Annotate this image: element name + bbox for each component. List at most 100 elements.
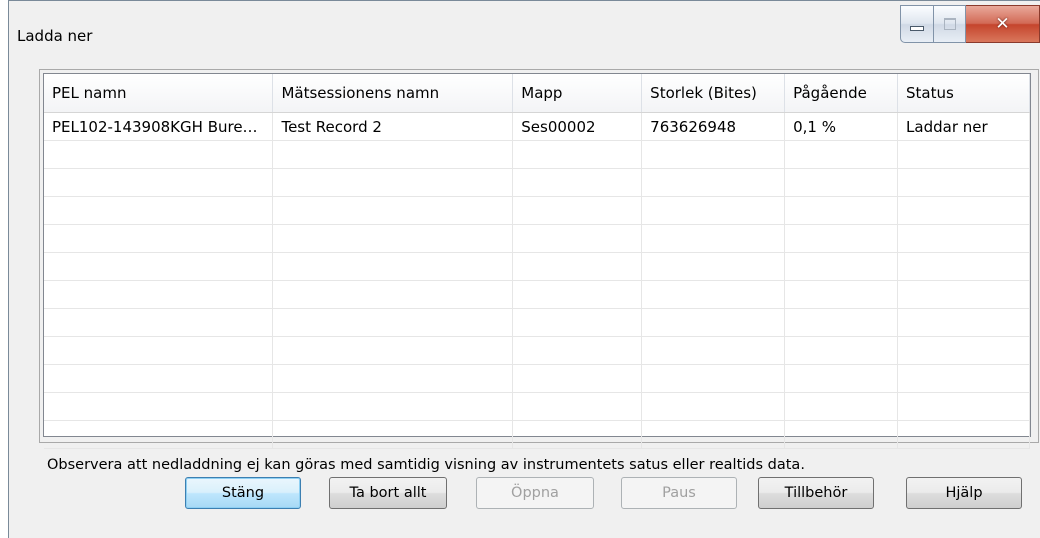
cell-session-name: [272, 252, 514, 281]
cell-progress: [784, 168, 899, 197]
column-header-folder[interactable]: Mapp: [512, 74, 643, 113]
cell-folder: [512, 196, 643, 225]
pause-button[interactable]: Paus: [621, 477, 737, 509]
cell-size: [641, 252, 786, 281]
download-list-group: PEL namn Mätsessionens namn Mapp Storlek…: [39, 69, 1039, 449]
cell-size: [641, 140, 786, 169]
cell-status: [897, 280, 1030, 309]
cell-folder: [512, 420, 643, 449]
help-button[interactable]: Hjälp: [906, 477, 1022, 509]
cell-status: [897, 336, 1030, 365]
cell-pel-name: [44, 308, 274, 337]
cell-pel-name: [44, 252, 274, 281]
title-bar[interactable]: Ladda ner ✕: [9, 1, 1040, 63]
cell-pel-name: [44, 168, 274, 197]
cell-status: [897, 196, 1030, 225]
close-window-button[interactable]: ✕: [966, 5, 1040, 43]
cell-pel-name: [44, 364, 274, 393]
cell-size: [641, 364, 786, 393]
cell-size: [641, 224, 786, 253]
cell-status: [897, 420, 1030, 449]
cell-size: [641, 196, 786, 225]
cell-size: [641, 308, 786, 337]
open-button[interactable]: Öppna: [476, 477, 594, 509]
cell-session-name: [272, 168, 514, 197]
cell-status: [897, 224, 1030, 253]
table-row[interactable]: [44, 140, 1030, 169]
close-button[interactable]: Stäng: [185, 477, 301, 509]
cell-status: [897, 392, 1030, 421]
table-row[interactable]: [44, 196, 1030, 225]
cell-pel-name: [44, 280, 274, 309]
minimize-icon: [910, 25, 924, 31]
cell-session-name: [272, 308, 514, 337]
cell-progress: [784, 336, 899, 365]
cell-progress: [784, 196, 899, 225]
remove-all-button[interactable]: Ta bort allt: [329, 477, 447, 509]
cell-pel-name: [44, 196, 274, 225]
cell-status: Laddar ner: [897, 112, 1030, 141]
table-row[interactable]: [44, 420, 1030, 449]
column-header-status[interactable]: Status: [897, 74, 1030, 113]
cell-pel-name: [44, 392, 274, 421]
cell-folder: [512, 392, 643, 421]
column-header-size[interactable]: Storlek (Bites): [641, 74, 786, 113]
caption-buttons: ✕: [900, 5, 1040, 43]
window-title: Ladda ner: [17, 27, 93, 45]
cell-size: 763626948: [641, 112, 786, 141]
cell-progress: 0,1 %: [784, 112, 899, 141]
cell-session-name: [272, 224, 514, 253]
cell-pel-name: [44, 224, 274, 253]
cell-pel-name: [44, 336, 274, 365]
cell-folder: [512, 168, 643, 197]
table-row[interactable]: [44, 336, 1030, 365]
table-row[interactable]: [44, 280, 1030, 309]
cell-progress: [784, 140, 899, 169]
cell-pel-name: PEL102-143908KGH Bure…: [44, 112, 274, 141]
cell-folder: [512, 364, 643, 393]
cell-session-name: Test Record 2: [272, 112, 514, 141]
cell-progress: [784, 420, 899, 449]
cell-status: [897, 140, 1030, 169]
cell-folder: [512, 280, 643, 309]
cell-pel-name: [44, 140, 274, 169]
cell-session-name: [272, 420, 514, 449]
download-notice: Observera att nedladdning ej kan göras m…: [47, 457, 805, 473]
table-row[interactable]: [44, 392, 1030, 421]
cell-progress: [784, 392, 899, 421]
table-row[interactable]: [44, 364, 1030, 393]
cell-session-name: [272, 280, 514, 309]
cell-folder: [512, 140, 643, 169]
cell-progress: [784, 280, 899, 309]
cell-folder: [512, 308, 643, 337]
cell-status: [897, 252, 1030, 281]
cell-progress: [784, 364, 899, 393]
cell-status: [897, 168, 1030, 197]
cell-size: [641, 420, 786, 449]
table-row[interactable]: PEL102-143908KGH Bure… Test Record 2 Ses00…: [44, 112, 1030, 141]
cell-session-name: [272, 336, 514, 365]
table-row[interactable]: [44, 168, 1030, 197]
cell-session-name: [272, 140, 514, 169]
column-header-session-name[interactable]: Mätsessionens namn: [272, 74, 514, 113]
maximize-button[interactable]: [934, 5, 966, 43]
download-list[interactable]: PEL namn Mätsessionens namn Mapp Storlek…: [43, 73, 1031, 449]
cell-folder: [512, 224, 643, 253]
cell-folder: [512, 252, 643, 281]
accessories-button[interactable]: Tillbehör: [758, 477, 874, 509]
table-row[interactable]: [44, 308, 1030, 337]
maximize-icon: [943, 18, 956, 30]
table-row[interactable]: [44, 224, 1030, 253]
column-header-progress[interactable]: Pågående: [784, 74, 899, 113]
cell-progress: [784, 308, 899, 337]
cell-pel-name: [44, 420, 274, 449]
cell-progress: [784, 252, 899, 281]
table-row[interactable]: [44, 252, 1030, 281]
cell-session-name: [272, 392, 514, 421]
minimize-button[interactable]: [900, 5, 934, 43]
cell-status: [897, 364, 1030, 393]
cell-folder: Ses00002: [512, 112, 643, 141]
column-header-pel-name[interactable]: PEL namn: [44, 74, 274, 113]
download-table: PEL namn Mätsessionens namn Mapp Storlek…: [44, 74, 1030, 449]
cell-size: [641, 280, 786, 309]
